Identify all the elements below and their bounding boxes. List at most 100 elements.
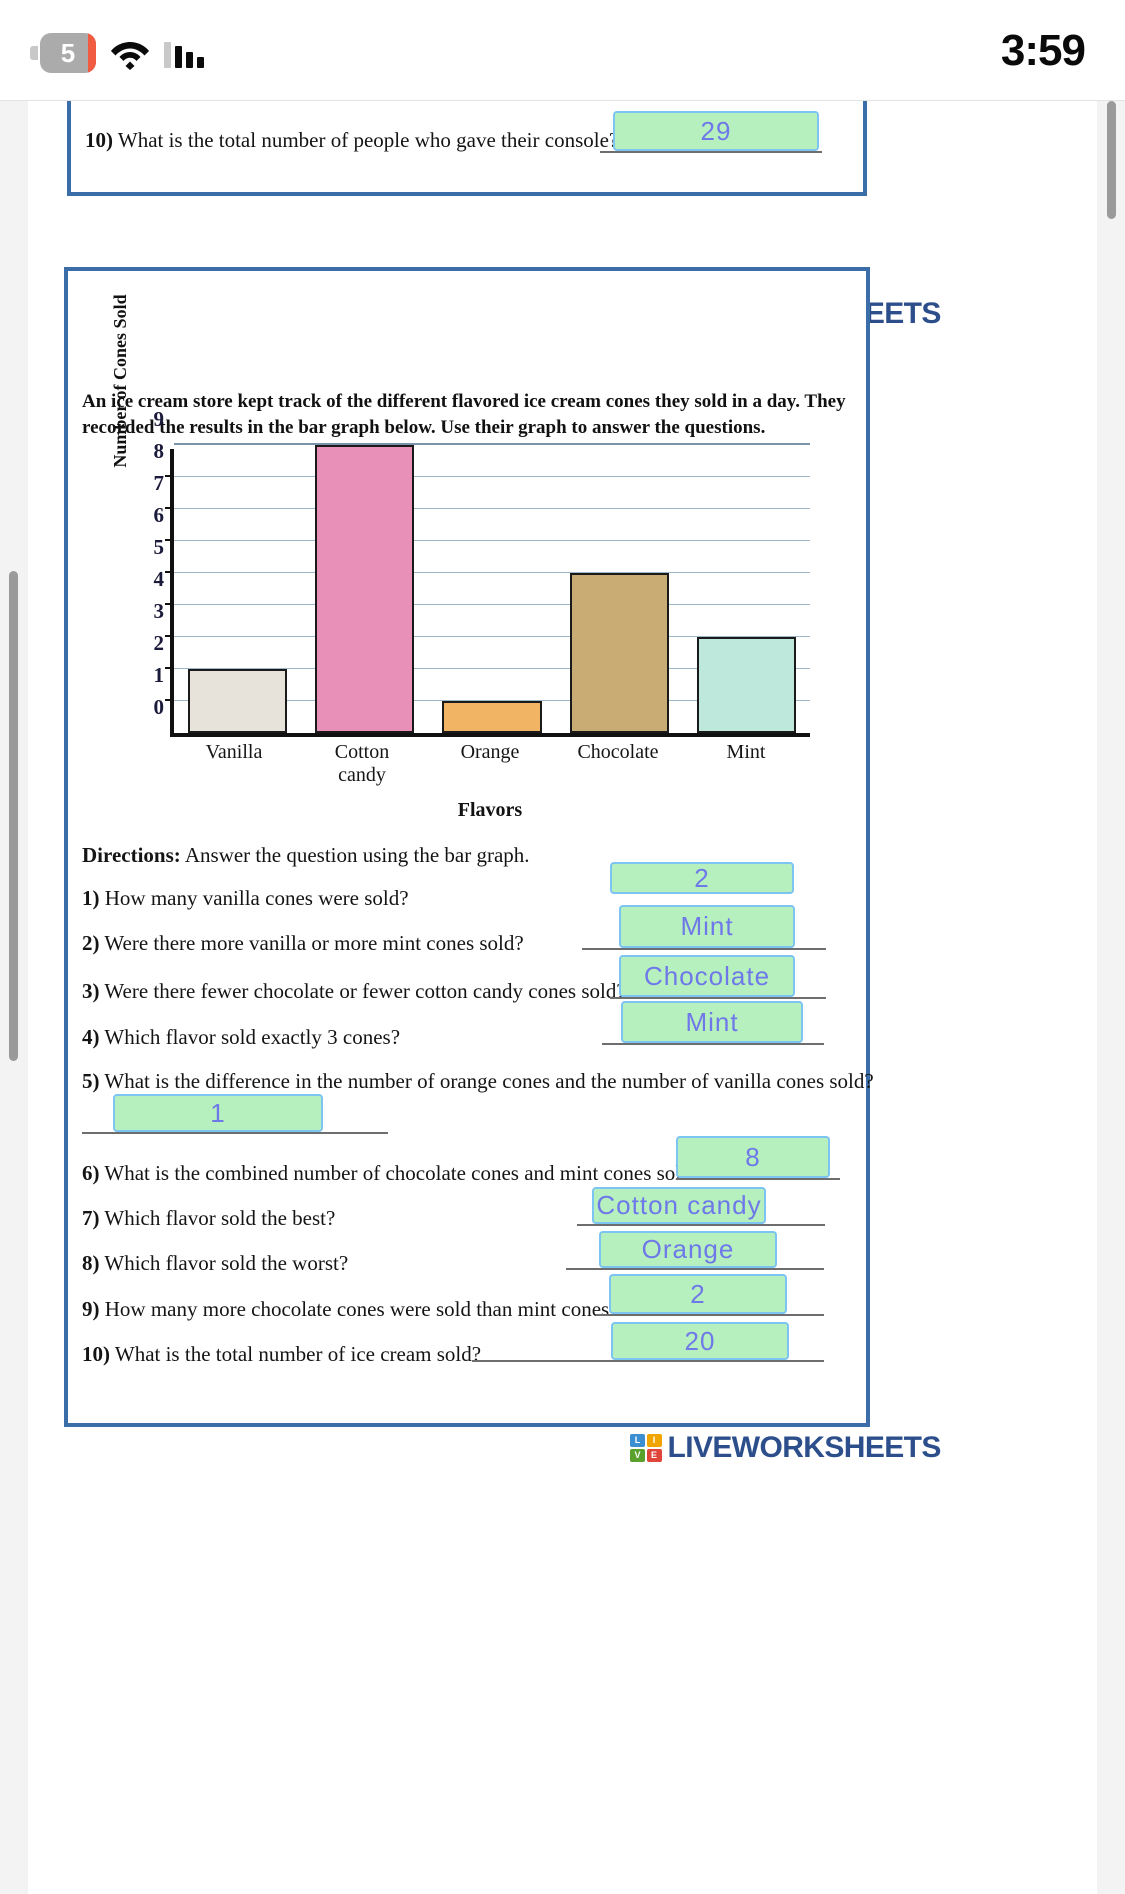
bar-cell-vanilla: [174, 449, 301, 733]
question-10: 10) What is the total number of ice crea…: [82, 1342, 481, 1367]
answer-rule-3: [610, 997, 826, 999]
tickmark-4: [165, 603, 174, 605]
answer-rule-6: [676, 1178, 840, 1180]
bar-cotton-candy: [315, 445, 415, 733]
prev-answer-box-10[interactable]: 29: [613, 111, 819, 151]
chart-x-tick-labels: Vanilla Cotton candy Orange Chocolate Min…: [170, 741, 810, 787]
question-1: 1) How many vanilla cones were sold?: [82, 886, 409, 911]
bar-chocolate: [569, 573, 669, 733]
question-5-number: 5): [82, 1069, 100, 1093]
ytick-6: 6: [153, 503, 165, 527]
question-7: 7) Which flavor sold the best?: [82, 1206, 335, 1231]
answer-rule-4: [602, 1043, 824, 1045]
tickmark-8: [165, 475, 174, 477]
ytick-9: 9: [153, 407, 165, 431]
directions-text: Answer the question using the bar graph.: [184, 843, 530, 867]
right-scrollbar-thumb[interactable]: [1107, 101, 1116, 219]
question-4-text: Which flavor sold exactly 3 cones?: [104, 1025, 401, 1049]
tickmark-7: [165, 507, 174, 509]
tickmark-6: [165, 539, 174, 541]
question-1-number: 1): [82, 886, 100, 910]
answer-rule-9: [596, 1314, 824, 1316]
answer-box-3[interactable]: Chocolate: [619, 955, 795, 997]
question-9-number: 9): [82, 1297, 100, 1321]
answer-box-1[interactable]: 2: [610, 862, 794, 894]
question-8-text: Which flavor sold the worst?: [104, 1251, 349, 1275]
bar-cell-chocolate: [556, 449, 683, 733]
ytick-0: 0: [153, 695, 165, 719]
chart-x-axis-label: Flavors: [457, 799, 523, 821]
question-4: 4) Which flavor sold exactly 3 cones?: [82, 1025, 400, 1050]
battery-icon: 5: [30, 33, 96, 73]
chart-bars: [174, 445, 810, 733]
question-9: 9) How many more chocolate cones were so…: [82, 1297, 619, 1322]
logo-square-l-bottom: L: [630, 1434, 645, 1448]
gridline-9: [174, 443, 810, 445]
answer-box-2[interactable]: Mint: [619, 905, 795, 948]
question-2-number: 2): [82, 931, 100, 955]
prev-answer-rule: [600, 151, 822, 153]
answer-box-8[interactable]: Orange: [599, 1231, 777, 1268]
liveworksheets-logo-squares-bottom: L I V E: [630, 1434, 662, 1462]
xtick-vanilla: Vanilla: [205, 741, 263, 763]
question-6: 6) What is the combined number of chocol…: [82, 1161, 701, 1186]
question-4-number: 4): [82, 1025, 100, 1049]
ytick-8: 8: [153, 439, 165, 463]
logo-square-v-bottom: V: [630, 1448, 645, 1462]
chart-plot-area: 9 8 7 6 5 4 3 2 1 0: [154, 407, 810, 737]
question-3-number: 3): [82, 979, 100, 1003]
directions-label: Directions:: [82, 843, 181, 867]
clock-label: 3:59: [1000, 26, 1086, 75]
answer-rule-10: [472, 1360, 824, 1362]
question-10-text: What is the total number of ice cream so…: [114, 1342, 482, 1366]
status-bar-left-group: 5: [30, 33, 204, 73]
answer-box-10[interactable]: 20: [611, 1322, 789, 1360]
prev-question-10-number: 10): [85, 128, 113, 152]
ytick-3: 3: [153, 599, 165, 623]
worksheet-intro-text: An ice cream store kept track of the dif…: [82, 391, 846, 438]
logo-square-e-bottom: E: [646, 1448, 662, 1462]
tickmark-3: [165, 635, 174, 637]
liveworksheets-logo-text-bottom: LIVEWORKSHEETS: [667, 1431, 942, 1464]
bar-chart: Number of Cones Sold 9 8 7 6 5 4 3 2 1 0…: [82, 294, 842, 831]
xtick-chocolate: Chocolate: [577, 741, 659, 763]
question-2-text: Were there more vanilla or more mint con…: [104, 931, 524, 955]
question-6-number: 6): [82, 1161, 100, 1185]
chart-y-axis-label: Number of Cones Sold: [110, 294, 130, 468]
ytick-5: 5: [153, 535, 165, 559]
answer-box-6[interactable]: 8: [676, 1136, 830, 1178]
answer-box-4[interactable]: Mint: [621, 1001, 803, 1043]
xtick-cotton-candy: Cotton candy: [334, 741, 390, 786]
tickmark-1: [165, 699, 174, 701]
bar-vanilla: [188, 669, 288, 733]
question-10-number: 10): [82, 1342, 110, 1366]
answer-box-5[interactable]: 1: [113, 1094, 323, 1132]
prev-question-10-text: What is the total number of people who g…: [117, 128, 619, 152]
battery-level-label: 5: [60, 38, 76, 68]
answer-rule-2: [582, 948, 826, 950]
answer-box-7[interactable]: Cotton candy: [592, 1187, 766, 1224]
ytick-1: 1: [153, 663, 165, 687]
answer-box-9[interactable]: 2: [609, 1274, 787, 1314]
question-5: 5) What is the difference in the number …: [82, 1069, 874, 1094]
question-9-text: How many more chocolate cones were sold …: [104, 1297, 619, 1321]
bar-cell-orange: [428, 449, 555, 733]
question-8: 8) Which flavor sold the worst?: [82, 1251, 348, 1276]
question-3: 3) Were there fewer chocolate or fewer c…: [82, 979, 626, 1004]
bar-cell-mint: [683, 449, 810, 733]
question-6-text: What is the combined number of chocolate…: [104, 1161, 701, 1185]
left-scrollbar-thumb[interactable]: [9, 571, 18, 1061]
screen: 5 3:59 10) What is the total number of p…: [0, 0, 1125, 1894]
answer-rule-8: [566, 1268, 824, 1270]
bar-orange: [442, 701, 542, 733]
question-1-text: How many vanilla cones were sold?: [104, 886, 409, 910]
worksheet-page: 10) What is the total number of people w…: [0, 100, 1125, 1894]
question-5-text: What is the difference in the number of …: [104, 1069, 874, 1093]
question-7-number: 7): [82, 1206, 100, 1230]
status-bar: 5 3:59: [0, 0, 1125, 100]
xtick-mint: Mint: [726, 741, 766, 763]
bar-mint: [696, 637, 797, 733]
ytick-7: 7: [153, 471, 165, 495]
answer-rule-7: [577, 1224, 825, 1226]
tickmark-5: [165, 571, 174, 573]
